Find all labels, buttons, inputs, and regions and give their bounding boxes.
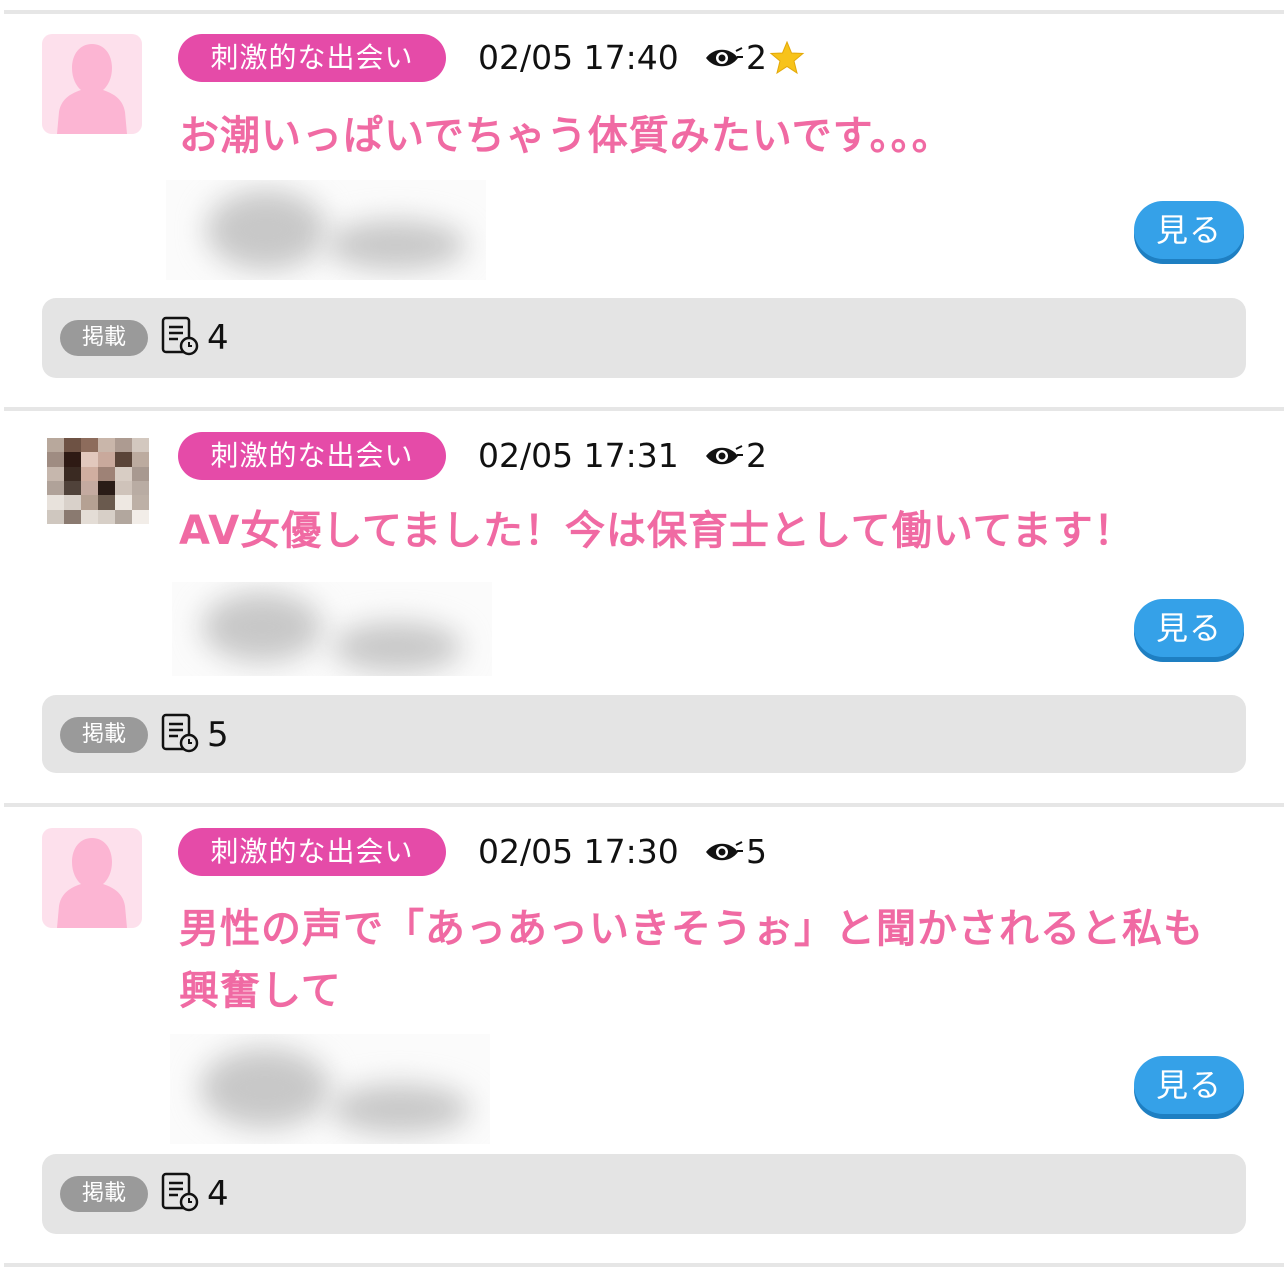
divider bbox=[4, 407, 1284, 411]
category-badge[interactable]: 刺激的な出会い bbox=[178, 432, 446, 480]
post-headline[interactable]: お潮いっぱいでちゃう体質みたいです。。。 bbox=[179, 105, 1239, 167]
document-clock-icon bbox=[161, 316, 199, 356]
posted-count: 4 bbox=[207, 318, 229, 358]
view-button[interactable]: 見る bbox=[1134, 599, 1244, 657]
document-clock-icon bbox=[161, 1172, 199, 1212]
post-timestamp: 02/05 17:40 bbox=[478, 38, 679, 77]
view-count-value: 2 bbox=[746, 38, 767, 77]
eye-icon bbox=[706, 841, 743, 861]
female-silhouette-icon bbox=[57, 838, 127, 928]
blurred-preview bbox=[170, 1034, 490, 1144]
post-footer: 掲載 4 bbox=[42, 1154, 1246, 1234]
post-headline[interactable]: 男性の声で「あっあっいきそうぉ」と聞かされると私も興奮して bbox=[179, 898, 1219, 1022]
post-footer: 掲載 5 bbox=[42, 695, 1246, 773]
blurred-preview bbox=[172, 582, 492, 676]
posted-count: 4 bbox=[207, 1174, 229, 1214]
post-headline[interactable]: AV女優してました！今は保育士として働いてます！ bbox=[179, 500, 1239, 562]
post-timestamp: 02/05 17:31 bbox=[478, 436, 679, 475]
view-count: 5 bbox=[704, 828, 767, 876]
star-icon bbox=[769, 41, 805, 75]
divider bbox=[4, 1263, 1284, 1267]
avatar[interactable] bbox=[42, 828, 142, 928]
category-badge[interactable]: 刺激的な出会い bbox=[178, 34, 446, 82]
view-count: 2 bbox=[704, 34, 805, 82]
posted-tag: 掲載 bbox=[60, 717, 148, 753]
female-silhouette-icon bbox=[57, 44, 127, 134]
view-button[interactable]: 見る bbox=[1134, 201, 1244, 259]
divider bbox=[4, 10, 1284, 14]
divider bbox=[4, 803, 1284, 807]
avatar[interactable] bbox=[47, 438, 149, 524]
view-count-value: 2 bbox=[746, 436, 767, 475]
avatar[interactable] bbox=[42, 34, 142, 134]
post-timestamp: 02/05 17:30 bbox=[478, 832, 679, 871]
posted-tag: 掲載 bbox=[60, 320, 148, 356]
document-clock-icon bbox=[161, 713, 199, 753]
eye-icon bbox=[706, 47, 743, 67]
blurred-preview bbox=[166, 180, 486, 280]
eye-icon bbox=[706, 445, 743, 465]
posted-tag: 掲載 bbox=[60, 1176, 148, 1212]
view-count-value: 5 bbox=[746, 832, 767, 871]
posted-count: 5 bbox=[207, 715, 229, 755]
category-badge[interactable]: 刺激的な出会い bbox=[178, 828, 446, 876]
post-footer: 掲載 4 bbox=[42, 298, 1246, 378]
view-count: 2 bbox=[704, 432, 767, 480]
view-button[interactable]: 見る bbox=[1134, 1056, 1244, 1114]
